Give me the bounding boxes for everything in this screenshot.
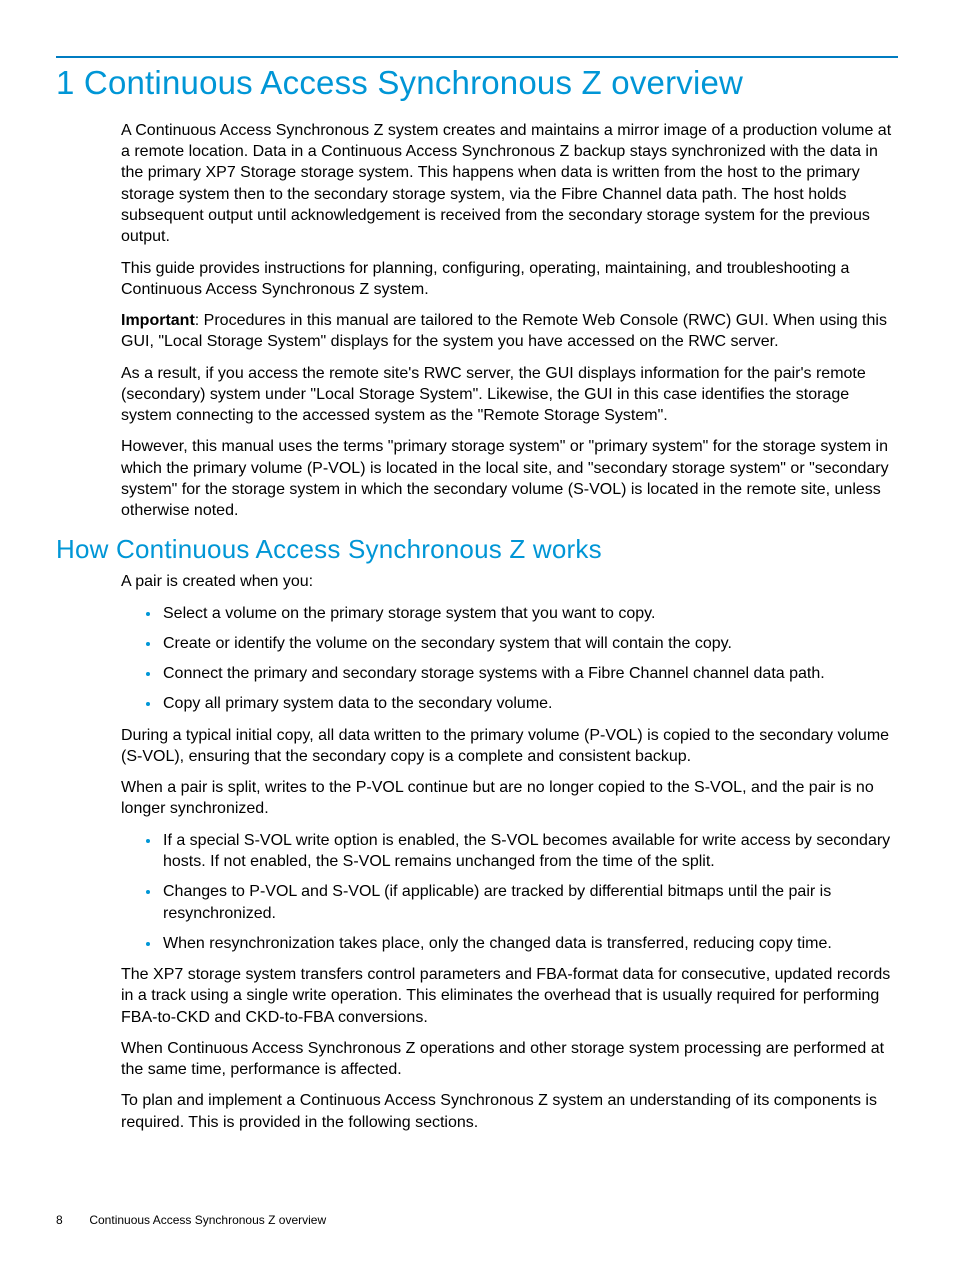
- list-item: If a special S-VOL write option is enabl…: [161, 830, 898, 873]
- page-number: 8: [56, 1213, 86, 1227]
- paragraph: This guide provides instructions for pla…: [121, 258, 898, 301]
- list-item: Create or identify the volume on the sec…: [161, 633, 898, 654]
- important-label: Important: [121, 312, 195, 329]
- list-item: Copy all primary system data to the seco…: [161, 693, 898, 714]
- paragraph: When Continuous Access Synchronous Z ope…: [121, 1038, 898, 1081]
- paragraph: During a typical initial copy, all data …: [121, 725, 898, 768]
- footer-label: Continuous Access Synchronous Z overview: [89, 1213, 326, 1227]
- paragraph: When a pair is split, writes to the P-VO…: [121, 777, 898, 820]
- bullet-list: Select a volume on the primary storage s…: [121, 603, 898, 715]
- section-heading: How Continuous Access Synchronous Z work…: [56, 535, 898, 565]
- paragraph: As a result, if you access the remote si…: [121, 363, 898, 427]
- paragraph-text: : Procedures in this manual are tailored…: [121, 312, 887, 350]
- paragraph: A pair is created when you:: [121, 571, 898, 592]
- bullet-list: If a special S-VOL write option is enabl…: [121, 830, 898, 954]
- list-item: Connect the primary and secondary storag…: [161, 663, 898, 684]
- paragraph-important: Important: Procedures in this manual are…: [121, 310, 898, 353]
- paragraph: The XP7 storage system transfers control…: [121, 964, 898, 1028]
- page-footer: 8 Continuous Access Synchronous Z overvi…: [56, 1213, 326, 1227]
- chapter-title: 1 Continuous Access Synchronous Z overvi…: [56, 64, 898, 102]
- body-content: A pair is created when you: Select a vol…: [121, 571, 898, 1133]
- list-item: Changes to P-VOL and S-VOL (if applicabl…: [161, 881, 898, 924]
- paragraph: A Continuous Access Synchronous Z system…: [121, 120, 898, 248]
- top-rule: [56, 56, 898, 58]
- paragraph: To plan and implement a Continuous Acces…: [121, 1090, 898, 1133]
- page-container: 1 Continuous Access Synchronous Z overvi…: [0, 0, 954, 1271]
- list-item: When resynchronization takes place, only…: [161, 933, 898, 954]
- list-item: Select a volume on the primary storage s…: [161, 603, 898, 624]
- paragraph: However, this manual uses the terms "pri…: [121, 436, 898, 521]
- body-content: A Continuous Access Synchronous Z system…: [121, 120, 898, 522]
